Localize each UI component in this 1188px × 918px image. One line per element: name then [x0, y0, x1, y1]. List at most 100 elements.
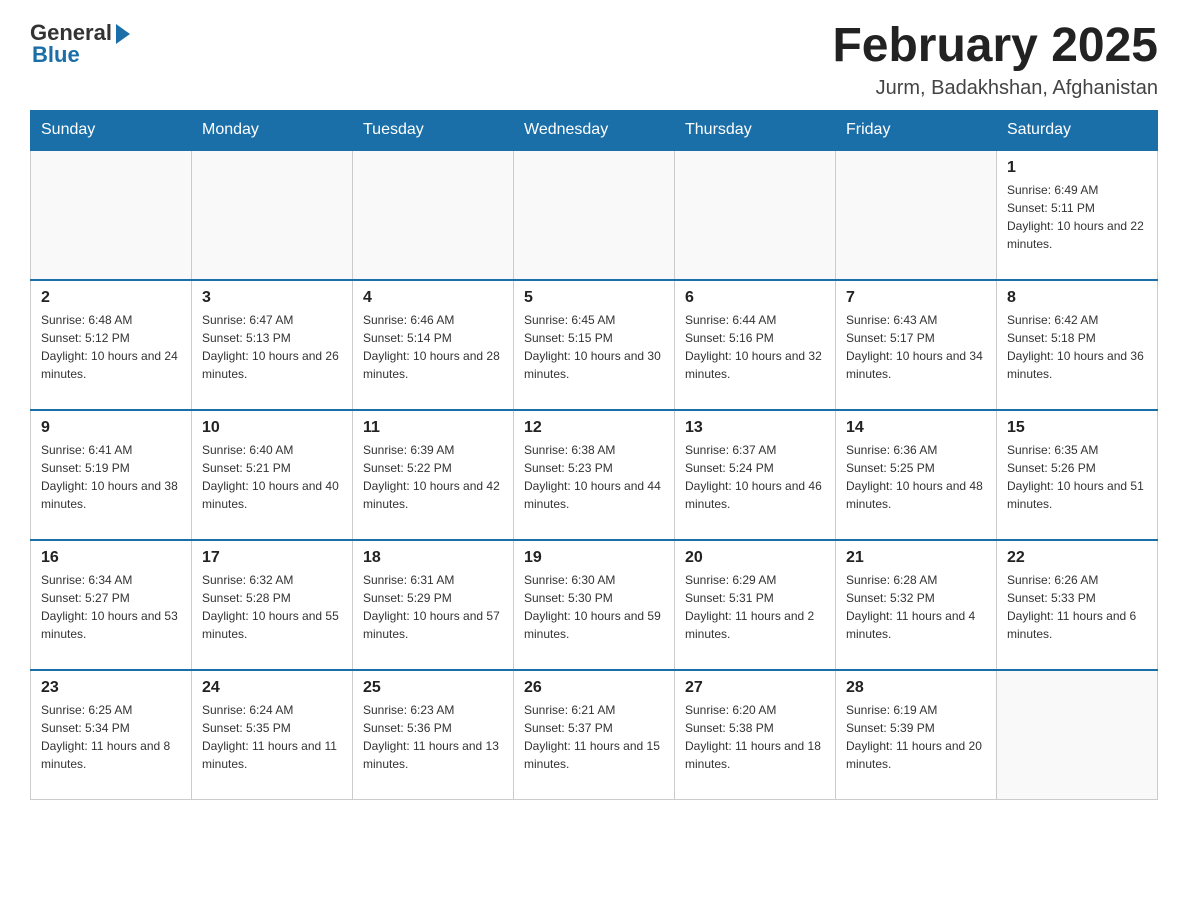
day-info: Sunrise: 6:37 AM Sunset: 5:24 PM Dayligh… — [685, 441, 825, 513]
table-row — [31, 150, 192, 280]
table-row: 18 Sunrise: 6:31 AM Sunset: 5:29 PM Dayli… — [353, 540, 514, 670]
calendar-week-row: 9 Sunrise: 6:41 AM Sunset: 5:19 PM Daylig… — [31, 410, 1158, 540]
day-info: Sunrise: 6:42 AM Sunset: 5:18 PM Dayligh… — [1007, 311, 1147, 383]
day-number: 28 — [846, 679, 986, 697]
calendar-week-row: 16 Sunrise: 6:34 AM Sunset: 5:27 PM Dayli… — [31, 540, 1158, 670]
table-row: 16 Sunrise: 6:34 AM Sunset: 5:27 PM Dayli… — [31, 540, 192, 670]
day-info: Sunrise: 6:47 AM Sunset: 5:13 PM Dayligh… — [202, 311, 342, 383]
day-number: 12 — [524, 419, 664, 437]
title-block: February 2025 Jurm, Badakhshan, Afghanis… — [832, 20, 1158, 100]
day-info: Sunrise: 6:19 AM Sunset: 5:39 PM Dayligh… — [846, 701, 986, 773]
day-number: 19 — [524, 549, 664, 567]
table-row: 4Sunrise: 6:46 AM Sunset: 5:14 PM Daylig… — [353, 280, 514, 410]
day-number: 15 — [1007, 419, 1147, 437]
day-number: 17 — [202, 549, 342, 567]
table-row: 11 Sunrise: 6:39 AM Sunset: 5:22 PM Dayli… — [353, 410, 514, 540]
day-info: Sunrise: 6:20 AM Sunset: 5:38 PM Dayligh… — [685, 701, 825, 773]
day-number: 2 — [41, 289, 181, 307]
table-row: 3 Sunrise: 6:47 AM Sunset: 5:13 PM Daylig… — [192, 280, 353, 410]
table-row: 13 Sunrise: 6:37 AM Sunset: 5:24 PM Dayli… — [675, 410, 836, 540]
day-info: Sunrise: 6:28 AM Sunset: 5:32 PM Dayligh… — [846, 571, 986, 643]
day-number: 4 — [363, 289, 503, 307]
table-row — [192, 150, 353, 280]
table-row — [353, 150, 514, 280]
day-info: Sunrise: 6:26 AM Sunset: 5:33 PM Dayligh… — [1007, 571, 1147, 643]
table-row: 9 Sunrise: 6:41 AM Sunset: 5:19 PM Daylig… — [31, 410, 192, 540]
day-number: 7 — [846, 289, 986, 307]
day-info: Sunrise: 6:23 AM Sunset: 5:36 PM Dayligh… — [363, 701, 503, 773]
table-row: 8 Sunrise: 6:42 AM Sunset: 5:18 PM Daylig… — [997, 280, 1158, 410]
table-row: 20Sunrise: 6:29 AM Sunset: 5:31 PM Dayli… — [675, 540, 836, 670]
table-row: 24Sunrise: 6:24 AM Sunset: 5:35 PM Dayli… — [192, 670, 353, 800]
day-number: 14 — [846, 419, 986, 437]
table-row: 5Sunrise: 6:45 AM Sunset: 5:15 PM Daylig… — [514, 280, 675, 410]
table-row: 7 Sunrise: 6:43 AM Sunset: 5:17 PM Daylig… — [836, 280, 997, 410]
day-info: Sunrise: 6:49 AM Sunset: 5:11 PM Dayligh… — [1007, 181, 1147, 253]
day-number: 13 — [685, 419, 825, 437]
page-header: General Blue February 2025 Jurm, Badakhs… — [30, 20, 1158, 100]
table-row: 1 Sunrise: 6:49 AM Sunset: 5:11 PM Daylig… — [997, 150, 1158, 280]
day-number: 24 — [202, 679, 342, 697]
table-row: 25Sunrise: 6:23 AM Sunset: 5:36 PM Dayli… — [353, 670, 514, 800]
header-saturday: Saturday — [997, 110, 1158, 150]
day-number: 11 — [363, 419, 503, 437]
header-monday: Monday — [192, 110, 353, 150]
day-info: Sunrise: 6:39 AM Sunset: 5:22 PM Dayligh… — [363, 441, 503, 513]
day-info: Sunrise: 6:31 AM Sunset: 5:29 PM Dayligh… — [363, 571, 503, 643]
day-number: 27 — [685, 679, 825, 697]
day-number: 5 — [524, 289, 664, 307]
day-info: Sunrise: 6:32 AM Sunset: 5:28 PM Dayligh… — [202, 571, 342, 643]
table-row: 2 Sunrise: 6:48 AM Sunset: 5:12 PM Daylig… — [31, 280, 192, 410]
logo-blue-text: Blue — [32, 42, 80, 68]
day-number: 20 — [685, 549, 825, 567]
day-number: 23 — [41, 679, 181, 697]
table-row: 22 Sunrise: 6:26 AM Sunset: 5:33 PM Dayli… — [997, 540, 1158, 670]
table-row — [675, 150, 836, 280]
day-info: Sunrise: 6:30 AM Sunset: 5:30 PM Dayligh… — [524, 571, 664, 643]
table-row — [997, 670, 1158, 800]
day-info: Sunrise: 6:48 AM Sunset: 5:12 PM Dayligh… — [41, 311, 181, 383]
day-info: Sunrise: 6:25 AM Sunset: 5:34 PM Dayligh… — [41, 701, 181, 773]
day-info: Sunrise: 6:40 AM Sunset: 5:21 PM Dayligh… — [202, 441, 342, 513]
day-number: 18 — [363, 549, 503, 567]
month-title: February 2025 — [832, 20, 1158, 73]
header-friday: Friday — [836, 110, 997, 150]
header-wednesday: Wednesday — [514, 110, 675, 150]
table-row: 21Sunrise: 6:28 AM Sunset: 5:32 PM Dayli… — [836, 540, 997, 670]
header-thursday: Thursday — [675, 110, 836, 150]
header-tuesday: Tuesday — [353, 110, 514, 150]
calendar-week-row: 23 Sunrise: 6:25 AM Sunset: 5:34 PM Dayli… — [31, 670, 1158, 800]
table-row: 23 Sunrise: 6:25 AM Sunset: 5:34 PM Dayli… — [31, 670, 192, 800]
table-row: 17 Sunrise: 6:32 AM Sunset: 5:28 PM Dayli… — [192, 540, 353, 670]
logo: General Blue — [30, 20, 130, 68]
day-number: 8 — [1007, 289, 1147, 307]
table-row — [514, 150, 675, 280]
calendar-header-row: Sunday Monday Tuesday Wednesday Thursday… — [31, 110, 1158, 150]
table-row: 10Sunrise: 6:40 AM Sunset: 5:21 PM Dayli… — [192, 410, 353, 540]
day-info: Sunrise: 6:41 AM Sunset: 5:19 PM Dayligh… — [41, 441, 181, 513]
day-info: Sunrise: 6:34 AM Sunset: 5:27 PM Dayligh… — [41, 571, 181, 643]
table-row: 6Sunrise: 6:44 AM Sunset: 5:16 PM Daylig… — [675, 280, 836, 410]
day-number: 16 — [41, 549, 181, 567]
table-row: 28 Sunrise: 6:19 AM Sunset: 5:39 PM Dayli… — [836, 670, 997, 800]
day-number: 22 — [1007, 549, 1147, 567]
table-row — [836, 150, 997, 280]
day-number: 26 — [524, 679, 664, 697]
day-info: Sunrise: 6:38 AM Sunset: 5:23 PM Dayligh… — [524, 441, 664, 513]
day-number: 3 — [202, 289, 342, 307]
calendar-week-row: 2 Sunrise: 6:48 AM Sunset: 5:12 PM Daylig… — [31, 280, 1158, 410]
day-number: 1 — [1007, 159, 1147, 177]
calendar-table: Sunday Monday Tuesday Wednesday Thursday… — [30, 110, 1158, 801]
table-row: 26Sunrise: 6:21 AM Sunset: 5:37 PM Dayli… — [514, 670, 675, 800]
location-text: Jurm, Badakhshan, Afghanistan — [832, 77, 1158, 100]
header-sunday: Sunday — [31, 110, 192, 150]
table-row: 19 Sunrise: 6:30 AM Sunset: 5:30 PM Dayli… — [514, 540, 675, 670]
day-info: Sunrise: 6:43 AM Sunset: 5:17 PM Dayligh… — [846, 311, 986, 383]
table-row: 27 Sunrise: 6:20 AM Sunset: 5:38 PM Dayli… — [675, 670, 836, 800]
logo-arrow-icon — [116, 24, 130, 44]
day-number: 6 — [685, 289, 825, 307]
day-number: 9 — [41, 419, 181, 437]
calendar-week-row: 1 Sunrise: 6:49 AM Sunset: 5:11 PM Daylig… — [31, 150, 1158, 280]
table-row: 15Sunrise: 6:35 AM Sunset: 5:26 PM Dayli… — [997, 410, 1158, 540]
table-row: 14Sunrise: 6:36 AM Sunset: 5:25 PM Dayli… — [836, 410, 997, 540]
